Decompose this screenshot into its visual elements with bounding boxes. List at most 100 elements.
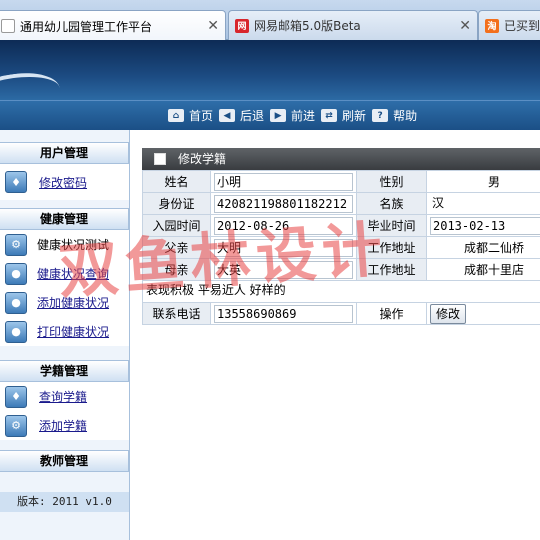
id-label: 身份证 <box>142 192 211 215</box>
phone-field[interactable]: 13558690869 <box>214 304 353 323</box>
id-number-field[interactable]: 420821198801182212 <box>214 194 353 213</box>
sidebar-item-health-query[interactable]: ● 健康状况查询 <box>0 259 129 288</box>
table-row: 母亲 大英 工作地址 成都十里店 <box>142 258 540 281</box>
tab-title: 已买到的 <box>504 19 540 33</box>
enroll-date-label: 入园时间 <box>142 214 211 237</box>
user-key-icon: ♦ <box>5 385 27 408</box>
phone-label: 联系电话 <box>142 302 211 325</box>
grad-date-cell: 2013-02-13 <box>426 214 540 237</box>
sidebar-group-title-user: 用户管理 <box>0 142 129 164</box>
father-field[interactable]: 大明 <box>214 238 353 257</box>
table-row: 父亲 大明 工作地址 成都二仙桥 <box>142 236 540 259</box>
ethnicity-cell: 汉 <box>426 192 540 215</box>
close-icon[interactable]: ✕ <box>207 18 219 34</box>
father-work-label: 工作地址 <box>356 236 427 259</box>
sidebar-item-label[interactable]: 健康状况查询 <box>37 265 109 282</box>
person-icon: ● <box>5 291 27 314</box>
enroll-date-field[interactable]: 2012-08-26 <box>214 216 353 235</box>
forward-arrow-icon: ▶ <box>270 109 287 122</box>
mother-work-value[interactable]: 成都十里店 <box>426 258 540 281</box>
gear-icon: ⚙ <box>5 233 27 256</box>
sidebar-item-enrollment-add[interactable]: ⚙ 添加学籍 <box>0 411 129 440</box>
id-cell: 420821198801182212 <box>210 192 357 215</box>
modify-button[interactable]: 修改 <box>430 303 467 324</box>
father-work-value[interactable]: 成都二仙桥 <box>426 236 540 259</box>
tab-title: 网易邮箱5.0版Beta <box>254 19 361 33</box>
name-label: 姓名 <box>142 170 211 193</box>
header-banner <box>0 40 540 121</box>
sidebar-group-title-enrollment: 学籍管理 <box>0 360 129 382</box>
back-arrow-icon: ◀ <box>219 109 236 122</box>
sidebar-item-health-add[interactable]: ● 添加健康状况 <box>0 288 129 317</box>
nav-back[interactable]: ◀ 后退 <box>219 107 264 124</box>
person-icon: ● <box>5 320 27 343</box>
ethnicity-field[interactable]: 汉 <box>430 194 540 213</box>
father-cell: 大明 <box>210 236 357 259</box>
mother-field[interactable]: 大英 <box>214 260 353 279</box>
gear-icon: ⚙ <box>5 414 27 437</box>
nav-refresh[interactable]: ⇄ 刷新 <box>321 107 366 124</box>
nav-label: 前进 <box>291 109 316 123</box>
father-label: 父亲 <box>142 236 211 259</box>
sidebar-item-label[interactable]: 查询学籍 <box>39 388 87 405</box>
grad-date-field[interactable]: 2013-02-13 <box>430 216 540 235</box>
mother-work-label: 工作地址 <box>356 258 427 281</box>
close-icon[interactable]: ✕ <box>459 18 471 34</box>
action-cell: 修改 <box>426 302 540 325</box>
home-icon: ⌂ <box>168 109 184 122</box>
tab-taobao-orders[interactable]: 淘 已买到的 <box>478 10 540 40</box>
tab-title: 通用幼儿园管理工作平台 <box>20 19 153 34</box>
nav-help[interactable]: ? 帮助 <box>372 107 417 124</box>
netease-mail-icon: 网 <box>235 18 249 33</box>
page-root: 通用幼儿园管理工作平台 ✕ 网 网易邮箱5.0版Beta ✕ 淘 已买到的 ⌂ 首… <box>0 0 540 540</box>
gender-value: 男 <box>426 170 540 193</box>
ethnicity-label: 名族 <box>356 192 427 215</box>
phone-cell: 13558690869 <box>210 302 357 325</box>
remark-textarea[interactable]: 表现积极 平易近人 好样的 <box>142 280 540 303</box>
grad-date-label: 毕业时间 <box>356 214 427 237</box>
page-icon <box>1 19 15 33</box>
sidebar: 用户管理 ♦ 修改密码 健康管理 ⚙ 健康状况测试 ● 健康状况查询 ● 添加健… <box>0 130 130 540</box>
sidebar-item-change-password[interactable]: ♦ 修改密码 <box>0 164 129 200</box>
enrollment-form: 姓名 小明 性别 男 身份证 420821198801182212 名族 汉 入… <box>142 170 540 325</box>
taobao-icon: 淘 <box>485 18 499 33</box>
nav-label: 首页 <box>189 109 214 123</box>
name-cell: 小明 <box>210 170 357 193</box>
sidebar-item-label[interactable]: 健康状况测试 <box>37 236 109 253</box>
table-row: 入园时间 2012-08-26 毕业时间 2013-02-13 <box>142 214 540 237</box>
action-label: 操作 <box>356 302 427 325</box>
refresh-icon: ⇄ <box>321 109 338 122</box>
nav-home[interactable]: ⌂ 首页 <box>168 107 213 124</box>
table-row: 身份证 420821198801182212 名族 汉 <box>142 192 540 215</box>
sidebar-item-health-test[interactable]: ⚙ 健康状况测试 <box>0 230 129 259</box>
help-icon: ? <box>372 109 389 122</box>
nav-label: 后退 <box>240 109 265 123</box>
person-icon: ● <box>5 262 27 285</box>
version-label: 版本: 2011 v1.0 <box>0 492 129 512</box>
enroll-date-cell: 2012-08-26 <box>210 214 357 237</box>
sidebar-item-label[interactable]: 修改密码 <box>39 174 87 191</box>
sidebar-group-title-teacher[interactable]: 教师管理 <box>0 450 129 472</box>
sidebar-group-title-health: 健康管理 <box>0 208 129 230</box>
table-row: 姓名 小明 性别 男 <box>142 170 540 193</box>
sidebar-item-label[interactable]: 添加健康状况 <box>37 294 109 311</box>
nav-forward[interactable]: ▶ 前进 <box>270 107 315 124</box>
user-key-icon: ♦ <box>5 171 27 193</box>
table-row: 联系电话 13558690869 操作 修改 <box>142 302 540 325</box>
mother-cell: 大英 <box>210 258 357 281</box>
sidebar-item-label[interactable]: 添加学籍 <box>39 417 87 434</box>
tab-netease-mail[interactable]: 网 网易邮箱5.0版Beta ✕ <box>228 10 478 40</box>
sidebar-item-health-print[interactable]: ● 打印健康状况 <box>0 317 129 346</box>
nav-label: 帮助 <box>393 109 418 123</box>
sidebar-item-label[interactable]: 打印健康状况 <box>37 323 109 340</box>
table-row: 表现积极 平易近人 好样的 <box>142 280 540 303</box>
panel-title: 修改学籍 <box>178 152 227 166</box>
nav-label: 刷新 <box>342 109 367 123</box>
tab-kindergarten-platform[interactable]: 通用幼儿园管理工作平台 ✕ <box>0 10 226 41</box>
sidebar-item-enrollment-query[interactable]: ♦ 查询学籍 <box>0 382 129 411</box>
mother-label: 母亲 <box>142 258 211 281</box>
panel-title-bar: 修改学籍 <box>142 148 540 170</box>
gender-label: 性别 <box>356 170 427 193</box>
browser-tab-strip: 通用幼儿园管理工作平台 ✕ 网 网易邮箱5.0版Beta ✕ 淘 已买到的 <box>0 0 540 41</box>
name-field[interactable]: 小明 <box>214 172 353 191</box>
